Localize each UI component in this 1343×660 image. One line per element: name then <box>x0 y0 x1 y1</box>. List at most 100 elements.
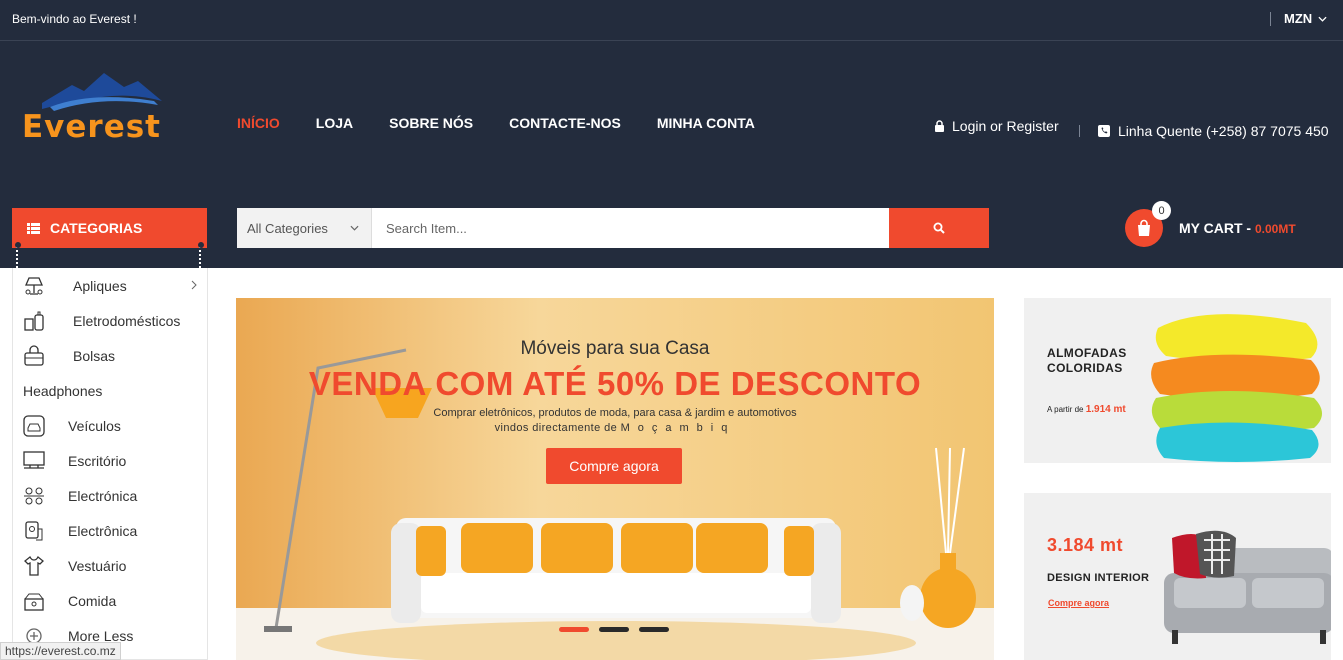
resize-handle[interactable] <box>15 242 21 248</box>
login-register-link[interactable]: Login or Register <box>934 118 1059 134</box>
category-label: Electrónica <box>68 487 138 504</box>
category-label: Comida <box>68 592 117 609</box>
category-label: Bolsas <box>73 347 116 364</box>
category-label: Veículos <box>68 417 121 434</box>
carousel-dots <box>559 627 669 632</box>
promo-pillows-line2: COLORIDAS <box>1047 361 1123 375</box>
category-item-bolsas[interactable]: Bolsas <box>13 338 207 373</box>
office-icon <box>22 449 46 473</box>
category-label: Escritório <box>68 452 127 469</box>
search-icon <box>933 222 945 234</box>
resize-handle-line <box>16 246 18 268</box>
divider <box>1270 12 1271 26</box>
nav-sobre-nos[interactable]: SOBRE NÓS <box>389 115 473 131</box>
banner-origin-place: Moçambiq <box>620 422 736 434</box>
category-label: Electrônica <box>68 522 138 539</box>
search-button[interactable] <box>889 208 989 248</box>
nav-inicio[interactable]: INÍCIO <box>237 115 280 131</box>
divider <box>1079 125 1080 137</box>
promo-pillows-price: A partir de 1.914 mt <box>1047 404 1126 415</box>
banner-headline: VENDA COM ATÉ 50% DE DESCONTO <box>308 365 922 402</box>
main-nav: INÍCIO LOJA SOBRE NÓS CONTACTE-NOS MINHA… <box>237 115 755 131</box>
device-icon <box>22 519 46 543</box>
nav-contacte-nos[interactable]: CONTACTE-NOS <box>509 115 621 131</box>
login-label: Login or Register <box>952 118 1059 134</box>
category-label: Headphones <box>23 382 103 399</box>
categories-menu: Apliques Eletrodomésticos Bolsas Headpho… <box>12 268 208 660</box>
appliances-icon <box>22 309 46 333</box>
category-label: Eletrodomésticos <box>73 312 181 329</box>
currency-selector[interactable]: MZN <box>1284 11 1327 26</box>
carousel-dot[interactable] <box>599 627 629 632</box>
clothing-icon <box>22 554 46 578</box>
category-item-headphones[interactable]: Headphones <box>13 373 207 408</box>
category-select-value: All Categories <box>247 220 328 236</box>
cart-title: MY CART - <box>1179 220 1255 236</box>
banner-description: Comprar eletrônicos, produtos de moda, p… <box>433 407 797 419</box>
search-input[interactable] <box>372 208 889 248</box>
promo-interior-price: 3.184 mt <box>1047 535 1124 555</box>
sofa-image <box>1164 530 1331 644</box>
top-bar: Bem-vindo ao Everest ! MZN <box>0 0 1343 41</box>
pillows-image <box>1151 314 1322 462</box>
price-value: 1.914 mt <box>1085 404 1126 415</box>
shopping-bag-icon <box>1138 219 1150 236</box>
mountain-logo-icon <box>42 73 162 111</box>
header: Everest INÍCIO LOJA SOBRE NÓS CONTACTE-N… <box>0 41 1343 268</box>
welcome-text: Bem-vindo ao Everest ! <box>12 12 137 26</box>
promo-pillows-line1: ALMOFADAS <box>1047 346 1127 360</box>
cart-amount: 0.00MT <box>1254 222 1296 236</box>
categories-label: CATEGORIAS <box>50 220 143 236</box>
lamp-icon <box>22 274 46 298</box>
car-icon <box>22 414 46 438</box>
browser-status-url: https://everest.co.mz <box>0 642 121 660</box>
search-bar: All Categories <box>237 208 989 248</box>
cart-count-badge: 0 <box>1152 201 1171 220</box>
currency-label: MZN <box>1284 11 1313 26</box>
promo-interior-title: DESIGN INTERIOR <box>1047 572 1150 584</box>
category-item-veiculos[interactable]: Veículos <box>13 408 207 443</box>
categories-button[interactable]: CATEGORIAS <box>12 208 207 248</box>
chevron-down-icon <box>1318 16 1327 22</box>
category-item-electronica-2[interactable]: Electrônica <box>13 513 207 548</box>
category-item-escritorio[interactable]: Escritório <box>13 443 207 478</box>
price-prefix: A partir de <box>1047 405 1084 414</box>
banner-description-2: vindos directamente de Moçambiq <box>236 422 994 434</box>
chevron-down-icon <box>350 225 359 231</box>
phone-icon <box>1098 125 1110 137</box>
nav-loja[interactable]: LOJA <box>316 115 353 131</box>
cart[interactable]: 0 MY CART - 0.00MT <box>1125 201 1296 248</box>
logo-text: Everest <box>22 109 161 145</box>
category-select[interactable]: All Categories <box>237 208 372 248</box>
promo-pillows[interactable]: ALMOFADAS COLORIDAS A partir de 1.914 mt <box>1024 298 1331 463</box>
food-icon <box>22 589 46 613</box>
banner-subtitle: Móveis para sua Casa <box>520 338 710 359</box>
hotline: Linha Quente (+258) 87 7075 450 <box>1098 123 1329 139</box>
category-item-eletrodomesticos[interactable]: Eletrodomésticos <box>13 303 207 338</box>
bag-icon <box>22 344 46 368</box>
category-item-electronica[interactable]: Electrónica <box>13 478 207 513</box>
category-item-apliques[interactable]: Apliques <box>13 268 207 303</box>
carousel-dot[interactable] <box>639 627 669 632</box>
shop-now-button[interactable]: Compre agora <box>546 448 682 484</box>
category-label: Apliques <box>73 277 127 294</box>
hero-banner: Móveis para sua Casa VENDA COM ATÉ 50% D… <box>236 298 994 660</box>
logo[interactable]: Everest <box>20 71 180 145</box>
resize-handle-line <box>199 246 201 268</box>
category-label: Vestuário <box>68 557 127 574</box>
banner-origin-prefix: vindos directamente de <box>494 422 618 434</box>
hotline-text: Linha Quente (+258) 87 7075 450 <box>1118 123 1329 139</box>
category-item-vestuario[interactable]: Vestuário <box>13 548 207 583</box>
lock-icon <box>935 120 944 132</box>
list-icon <box>27 222 40 234</box>
cart-label: MY CART - 0.00MT <box>1179 220 1296 236</box>
promo-interior-design[interactable]: 3.184 mt DESIGN INTERIOR Compre agora <box>1024 493 1331 660</box>
category-item-comida[interactable]: Comida <box>13 583 207 618</box>
resize-handle[interactable] <box>198 242 204 248</box>
promo-interior-link[interactable]: Compre agora <box>1048 598 1109 608</box>
promo-pillows-title: ALMOFADAS COLORIDAS <box>1047 346 1127 376</box>
cart-bag[interactable]: 0 <box>1125 201 1171 247</box>
carousel-dot[interactable] <box>559 627 589 632</box>
nav-minha-conta[interactable]: MINHA CONTA <box>657 115 755 131</box>
chevron-right-icon <box>191 280 197 290</box>
